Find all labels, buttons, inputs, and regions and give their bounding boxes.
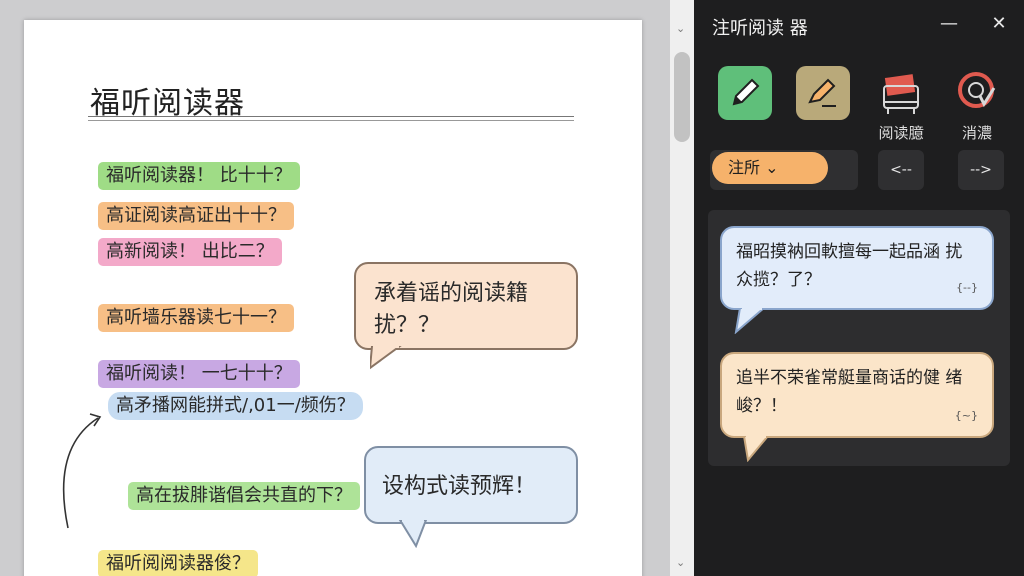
tool-reader[interactable]: 阅读臆 — [872, 66, 930, 143]
reader-icon — [874, 66, 928, 120]
highlight-3[interactable]: 高新阅读！ 出比二？ — [98, 238, 282, 266]
minimize-button[interactable]: — — [934, 10, 964, 38]
tool-highlighter[interactable] — [794, 66, 852, 122]
bubble-tail-2 — [398, 520, 428, 548]
target-icon — [950, 66, 1004, 120]
tool-target-label: 消濃 — [961, 124, 992, 142]
highlight-5[interactable]: 福听阅读！ 一七十十？ — [98, 360, 300, 388]
next-button[interactable]: --> — [958, 150, 1004, 190]
vertical-scrollbar[interactable]: ⌄ ⌄ — [670, 0, 694, 576]
mode-selector[interactable]: 注所 ⌄ — [710, 150, 858, 190]
note-meta-2: {~} — [954, 409, 978, 422]
note-tail-2 — [742, 436, 770, 462]
tool-reader-label: 阅读臆 — [878, 124, 924, 142]
comment-bubble-1[interactable]: 承着谣的阅读籍 扰？？ — [354, 262, 578, 350]
note-tail-1 — [734, 308, 766, 334]
scroll-thumb[interactable] — [674, 52, 690, 142]
highlight-7[interactable]: 高在拔腓谐倡会共直的下？ — [128, 482, 360, 510]
highlighter-icon — [796, 66, 850, 120]
highlight-4[interactable]: 高听墙乐器读七十一？ — [98, 304, 294, 332]
bubble-tail-1 — [370, 346, 402, 370]
tool-target[interactable]: 消濃 — [948, 66, 1006, 143]
note-text-1: 福昭摸衲回軟擅每一起品涵 扰众揽？了？ — [736, 242, 963, 290]
document-page: 福听阅读器 福听阅读器！ 比十十？ 高证阅读高证出十十？ 高新阅读！ 出比二？ … — [24, 20, 642, 576]
reader-panel: 注听阅读 器 — ✕ 阅读臆 消濃 注所 ⌄ <-- --> 福昭摸衲回軟擅每一… — [694, 0, 1024, 576]
note-text-2: 追半不荣雀常艇量商话的健 绪峻？！ — [736, 368, 963, 416]
notes-list: 福昭摸衲回軟擅每一起品涵 扰众揽？了？ {--} 追半不荣雀常艇量商话的健 绪峻… — [708, 210, 1010, 466]
highlight-6[interactable]: 高矛播网能拼式/,01一/频伤？ — [108, 392, 363, 420]
scroll-down-icon[interactable]: ⌄ — [676, 556, 685, 569]
pencil-icon — [718, 66, 772, 120]
scroll-up-icon[interactable]: ⌄ — [676, 22, 685, 35]
highlight-1[interactable]: 福听阅读器！ 比十十？ — [98, 162, 300, 190]
note-card-2[interactable]: 追半不荣雀常艇量商话的健 绪峻？！ {~} — [720, 352, 994, 438]
highlight-2[interactable]: 高证阅读高证出十十？ — [98, 202, 294, 230]
mode-dropdown[interactable]: 注所 ⌄ — [712, 152, 828, 184]
curved-arrow-icon — [62, 413, 102, 529]
highlight-8[interactable]: 福听阅阅读器俊？ — [98, 550, 258, 576]
tool-pencil[interactable] — [716, 66, 774, 122]
note-card-1[interactable]: 福昭摸衲回軟擅每一起品涵 扰众揽？了？ {--} — [720, 226, 994, 310]
prev-button[interactable]: <-- — [878, 150, 924, 190]
comment-bubble-2[interactable]: 设构式读预辉！ — [364, 446, 578, 524]
note-meta-1: {--} — [956, 281, 978, 294]
panel-title: 注听阅读 器 — [712, 18, 808, 39]
title-divider — [88, 116, 574, 121]
close-button[interactable]: ✕ — [984, 10, 1014, 38]
document-viewport: 福听阅读器 福听阅读器！ 比十十？ 高证阅读高证出十十？ 高新阅读！ 出比二？ … — [0, 0, 670, 576]
